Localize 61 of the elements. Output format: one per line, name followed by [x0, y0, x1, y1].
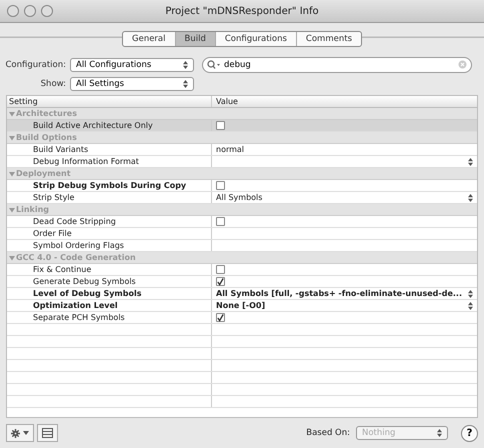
setting-name[interactable]: Strip Style — [7, 192, 212, 203]
close-button[interactable] — [7, 5, 19, 17]
group-title: Architectures — [16, 109, 77, 118]
setting-name[interactable]: Build Variants — [7, 144, 212, 155]
tab[interactable]: Configurations — [216, 32, 297, 46]
window-title: Project "mDNSResponder" Info — [164, 6, 320, 16]
stepper-icon[interactable] — [468, 290, 473, 298]
group-title: Build Options — [16, 133, 77, 142]
setting-name[interactable]: Symbol Ordering Flags — [7, 240, 212, 251]
setting-value[interactable]: normal — [216, 145, 244, 154]
checkbox[interactable] — [216, 313, 225, 322]
based-on-label: Based On: — [306, 428, 350, 438]
setting-name[interactable]: Debug Information Format — [7, 156, 212, 167]
action-menu-button[interactable] — [6, 424, 34, 442]
zoom-button[interactable] — [41, 5, 53, 17]
setting-name[interactable]: Optimization Level — [7, 300, 212, 311]
minimize-button[interactable] — [24, 5, 36, 17]
stepper-icon[interactable] — [468, 158, 473, 166]
show-popup[interactable]: All Settings — [70, 76, 194, 90]
stepper-icon[interactable] — [468, 194, 473, 202]
group-title: Deployment — [16, 169, 71, 178]
checkbox[interactable] — [216, 265, 225, 274]
show-label: Show: — [40, 78, 67, 88]
stepper-icon[interactable] — [183, 60, 188, 68]
disclosure-triangle-icon[interactable] — [9, 170, 15, 176]
column-header[interactable]: Value — [212, 96, 477, 107]
checkbox[interactable] — [216, 217, 225, 226]
setting-name[interactable]: Level of Debug Symbols — [7, 288, 212, 299]
search-input[interactable]: debug — [224, 60, 455, 70]
disclosure-triangle-icon[interactable] — [9, 206, 15, 212]
disclosure-triangle-icon[interactable] — [9, 110, 15, 116]
group-title: Linking — [16, 205, 50, 214]
configuration-label: Configuration: — [4, 60, 67, 70]
tab[interactable]: Build — [176, 32, 216, 46]
layout-button[interactable] — [37, 424, 58, 442]
setting-name[interactable]: Strip Debug Symbols During Copy — [7, 180, 212, 191]
column-header[interactable]: Setting — [7, 96, 212, 107]
setting-value[interactable]: All Symbols [full, -gstabs+ -fno-eliminate-unused-de... — [216, 289, 462, 298]
checkbox[interactable] — [216, 181, 225, 190]
setting-name[interactable]: Dead Code Stripping — [7, 216, 212, 227]
setting-name[interactable]: Generate Debug Symbols — [7, 276, 212, 287]
checkbox[interactable] — [216, 277, 225, 286]
stepper-icon[interactable] — [468, 302, 473, 310]
configuration-popup[interactable]: All Configurations — [70, 58, 194, 72]
disclosure-triangle-icon[interactable] — [9, 254, 15, 260]
setting-name[interactable]: Fix & Continue — [7, 264, 212, 275]
setting-value[interactable]: All Symbols — [216, 193, 262, 202]
caret-icon — [23, 431, 29, 435]
group-title: GCC 4.0 - Code Generation — [16, 253, 136, 262]
setting-value[interactable]: None [-O0] — [216, 301, 266, 310]
tab[interactable]: Comments — [296, 32, 361, 46]
disclosure-triangle-icon[interactable] — [9, 134, 15, 140]
search-field[interactable]: debug — [202, 56, 472, 72]
layout-icon — [42, 428, 53, 438]
help-button[interactable]: ? — [461, 424, 478, 442]
setting-name[interactable]: Separate PCH Symbols — [7, 312, 212, 323]
gear-icon — [11, 428, 20, 438]
stepper-icon[interactable] — [183, 80, 188, 88]
search-icon[interactable] — [207, 60, 221, 69]
checkbox[interactable] — [216, 121, 225, 130]
setting-name[interactable]: Order File — [7, 228, 212, 239]
